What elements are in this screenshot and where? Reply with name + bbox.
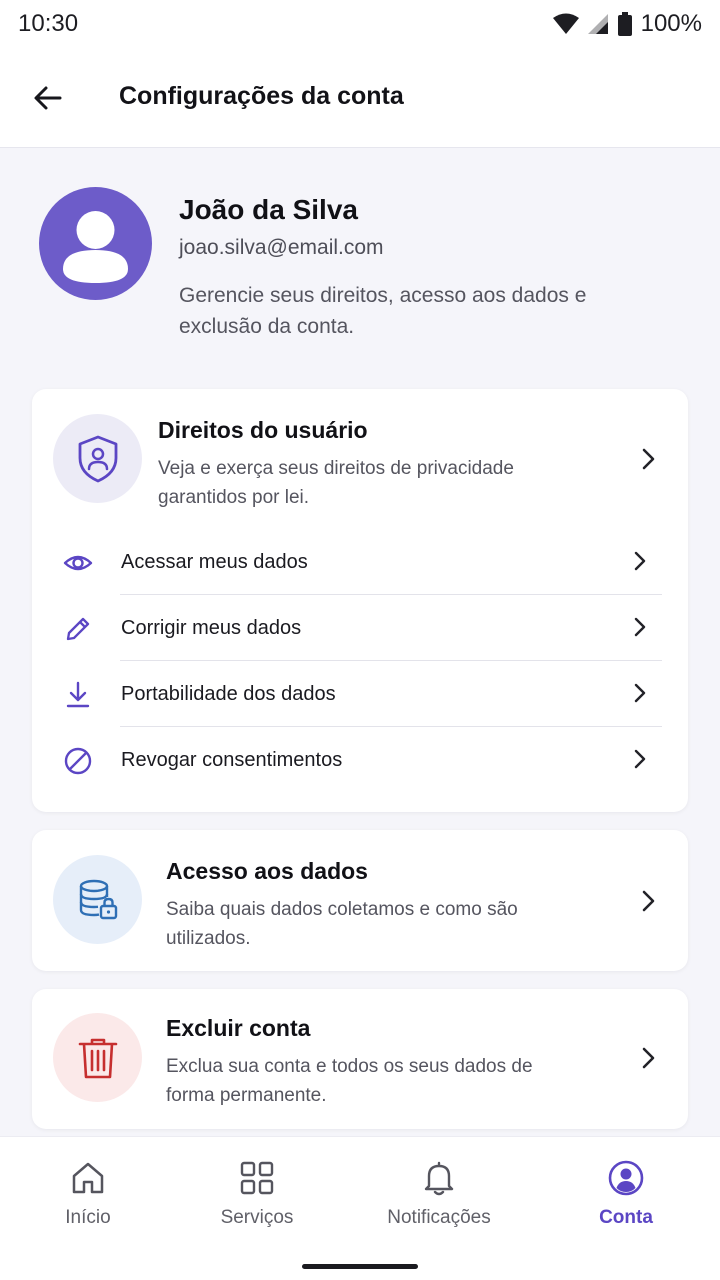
profile-section: João da Silva joao.silva@email.com Geren…: [0, 150, 720, 380]
user-rights-header[interactable]: Direitos do usuário Veja e exerça seus d…: [32, 389, 688, 529]
bottom-navigation: Início Serviços Notificações Conta: [0, 1136, 720, 1280]
download-icon: [66, 681, 90, 708]
data-access-description: Saiba quais dados coletamos e como são u…: [166, 899, 518, 949]
chevron-right-icon: [642, 890, 655, 912]
chevron-right-icon: [642, 1047, 655, 1069]
home-indicator[interactable]: [302, 1264, 418, 1269]
nav-notifications-label: Notificações: [387, 1207, 491, 1228]
nav-account[interactable]: Conta: [581, 1137, 671, 1247]
page-title: Configurações da conta: [119, 82, 404, 110]
delete-account-card[interactable]: Excluir conta Exclua sua conta e todos o…: [32, 989, 688, 1129]
battery-icon: [617, 12, 632, 36]
pencil-icon: [66, 617, 90, 641]
data-access-title: Acesso aos dados: [166, 858, 368, 884]
chevron-right-icon: [634, 551, 646, 571]
correct-my-data-label: Corrigir meus dados: [121, 617, 302, 639]
signal-icon: [587, 14, 608, 34]
database-lock-icon: [79, 879, 117, 919]
user-icon: [63, 211, 128, 283]
trash-icon: [78, 1038, 117, 1078]
profile-description: Gerencie seus direitos, acesso aos dados…: [179, 284, 587, 338]
delete-account-title: Excluir conta: [166, 1015, 311, 1041]
nav-home[interactable]: Início: [38, 1137, 138, 1247]
arrow-left-icon: [34, 86, 62, 110]
eye-icon: [63, 555, 93, 571]
home-icon: [72, 1162, 104, 1194]
revoke-consent-item[interactable]: Revogar consentimentos: [32, 727, 688, 793]
nav-account-label: Conta: [599, 1207, 653, 1228]
status-bar: 10:30 100%: [0, 0, 720, 48]
nav-home-label: Início: [65, 1207, 111, 1228]
account-icon: [608, 1160, 644, 1196]
chevron-right-icon: [634, 749, 646, 769]
access-my-data-item[interactable]: Acessar meus dados: [32, 529, 688, 595]
bell-icon: [424, 1161, 454, 1196]
chevron-right-icon: [642, 448, 655, 470]
correct-my-data-item[interactable]: Corrigir meus dados: [32, 595, 688, 661]
wifi-icon: [552, 13, 579, 34]
delete-account-icon-circle: [53, 1013, 142, 1102]
delete-account-description: Exclua sua conta e todos os seus dados d…: [166, 1056, 533, 1106]
block-icon: [64, 747, 92, 775]
user-rights-title: Direitos do usuário: [158, 417, 368, 443]
data-access-card[interactable]: Acesso aos dados Saiba quais dados colet…: [32, 830, 688, 971]
nav-notifications[interactable]: Notificações: [374, 1137, 504, 1247]
data-portability-item[interactable]: Portabilidade dos dados: [32, 661, 688, 727]
shield-user-icon: [78, 435, 117, 482]
data-portability-label: Portabilidade dos dados: [121, 683, 336, 705]
grid-icon: [240, 1161, 274, 1195]
nav-services[interactable]: Serviços: [207, 1137, 307, 1247]
profile-name: João da Silva: [179, 194, 358, 225]
status-time: 10:30: [18, 10, 79, 37]
revoke-consent-label: Revogar consentimentos: [121, 749, 343, 771]
chevron-right-icon: [634, 617, 646, 637]
chevron-right-icon: [634, 683, 646, 703]
access-my-data-label: Acessar meus dados: [121, 551, 308, 573]
app-bar: Configurações da conta: [0, 48, 720, 148]
data-access-icon-circle: [53, 855, 142, 944]
profile-email: joao.silva@email.com: [179, 236, 384, 259]
battery-level: 100%: [640, 10, 702, 37]
user-rights-card: Direitos do usuário Veja e exerça seus d…: [32, 389, 688, 812]
nav-services-label: Serviços: [220, 1207, 294, 1228]
status-icons: 100%: [552, 10, 702, 38]
user-rights-icon-circle: [53, 414, 142, 503]
avatar: [39, 187, 152, 300]
back-button[interactable]: [28, 78, 68, 118]
user-rights-description: Veja e exerça seus direitos de privacida…: [158, 458, 514, 508]
